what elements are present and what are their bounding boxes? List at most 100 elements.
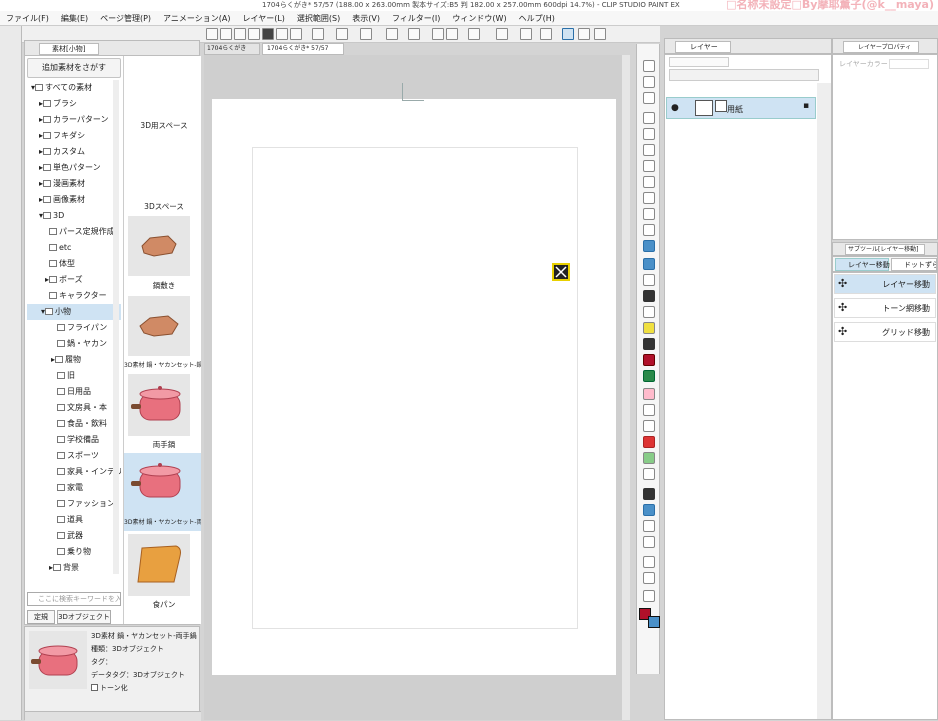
tree-item-furniture[interactable]: 家具・インテリア (27, 464, 121, 480)
layer-row-paper[interactable]: ● 用紙 ▪ (666, 97, 816, 119)
material-tab[interactable]: 素材[小物] (39, 43, 99, 55)
tree-item-food[interactable]: 食品・飲料 (27, 416, 121, 432)
tree-item-stationery[interactable]: 文房具・本 (27, 400, 121, 416)
tree-item-all[interactable]: ▾ すべての素材 (27, 80, 121, 96)
menu-layer[interactable]: レイヤー(L) (242, 11, 284, 26)
group-tab-layer-move[interactable]: レイヤー移動 (835, 258, 890, 271)
subtool-tab[interactable]: サブツール[レイヤー移動] (845, 244, 925, 255)
material-thumb-trivet[interactable] (128, 216, 190, 276)
blend-mode-select[interactable] (669, 57, 729, 67)
dropper-icon[interactable] (643, 536, 655, 548)
material-label-pot[interactable]: 両手鍋 (124, 439, 201, 450)
select-icon[interactable] (643, 92, 655, 104)
fill-green-icon[interactable] (643, 370, 655, 382)
transform-icon[interactable] (408, 28, 420, 40)
canvas-tab-2[interactable]: 1704らくがき* 57/57 (262, 43, 344, 55)
menu-page[interactable]: ページ管理(P) (100, 11, 151, 26)
decoration-icon[interactable] (643, 192, 655, 204)
move-icon[interactable] (643, 240, 655, 252)
frame-icon[interactable] (643, 388, 655, 400)
hand-icon[interactable] (643, 60, 655, 72)
tree-item-weapons[interactable]: 武器 (27, 528, 121, 544)
gradient-icon[interactable] (643, 338, 655, 350)
add-material-button[interactable]: 追加素材をさがす (27, 58, 121, 78)
perspective-icon[interactable] (540, 28, 552, 40)
spare-ruler-icon[interactable] (643, 590, 655, 602)
eraser-icon[interactable] (643, 112, 655, 124)
canvas-area[interactable] (204, 55, 630, 720)
menu-window[interactable]: ウィンドウ(W) (452, 11, 506, 26)
tree-item-vehicles[interactable]: 乗り物 (27, 544, 121, 560)
grid-icon[interactable] (520, 28, 532, 40)
deselect-icon[interactable] (432, 28, 444, 40)
correct-icon[interactable] (643, 488, 655, 500)
fill-red-icon[interactable] (643, 354, 655, 366)
snap-icon[interactable] (468, 28, 480, 40)
menu-selection[interactable]: 選択範囲(S) (297, 11, 340, 26)
ruler-icon[interactable] (643, 404, 655, 416)
tree-item-image[interactable]: ▸ 画像素材 (27, 192, 121, 208)
tree-item-tools[interactable]: 道具 (27, 512, 121, 528)
tree-item-3d[interactable]: ▾ 3D (27, 208, 121, 224)
lock-layer-icon[interactable]: ▪ (803, 101, 809, 111)
tree-item-mono-pattern[interactable]: ▸ 単色パターン (27, 160, 121, 176)
fill-tool-icon[interactable] (643, 224, 655, 236)
filter-tag-3d[interactable]: 3Dオブジェクト (57, 610, 111, 624)
layer-color-field[interactable] (889, 59, 929, 69)
menu-animation[interactable]: アニメーション(A) (163, 11, 230, 26)
lock-icon[interactable] (594, 28, 606, 40)
new-file-icon[interactable] (206, 28, 218, 40)
material-thumb-pot-3d-selected[interactable]: 3D素材 鍋・ヤカンセット-両手鍋 (124, 453, 201, 531)
brush-icon[interactable] (643, 160, 655, 172)
clear-icon[interactable] (360, 28, 372, 40)
tree-item-balloon[interactable]: ▸ フキダシ (27, 128, 121, 144)
spare-brush-icon[interactable] (643, 556, 655, 568)
menu-filter[interactable]: フィルター(I) (392, 11, 440, 26)
paste-icon[interactable] (290, 28, 302, 40)
tree-item-appliances[interactable]: 家電 (27, 480, 121, 496)
operation-icon[interactable] (643, 258, 655, 270)
redo-icon[interactable] (336, 28, 348, 40)
undo-icon[interactable] (312, 28, 324, 40)
menu-view[interactable]: 表示(V) (352, 11, 380, 26)
subtool-layer-move[interactable]: ✣ レイヤー移動 (834, 274, 936, 294)
material-label-3d-space[interactable]: 3D用スペース (124, 120, 201, 131)
tree-item-footwear[interactable]: ▸ 履物 (27, 352, 121, 368)
color-icon[interactable] (578, 28, 590, 40)
tree-item-brush[interactable]: ▸ ブラシ (27, 96, 121, 112)
material-thumb-trivet-3d[interactable] (128, 296, 190, 356)
layer-scrollbar[interactable] (817, 83, 831, 719)
tree-item-etc[interactable]: etc (27, 240, 121, 256)
balloon-icon[interactable] (643, 452, 655, 464)
line-icon[interactable] (643, 468, 655, 480)
active-move-icon[interactable] (643, 504, 655, 516)
filter-tag-ruler[interactable]: 定規 (27, 610, 55, 624)
tree-item-daily[interactable]: 日用品 (27, 384, 121, 400)
tree-item-custom[interactable]: ▸ カスタム (27, 144, 121, 160)
property-tab[interactable]: レイヤープロパティ (843, 41, 919, 53)
pencil-icon[interactable] (643, 144, 655, 156)
fill-icon[interactable] (386, 28, 398, 40)
open-icon[interactable] (220, 28, 232, 40)
tree-item-frying-pan[interactable]: フライパン (27, 320, 121, 336)
canvas-vscrollbar[interactable] (622, 55, 630, 720)
tree-item-pot-kettle[interactable]: 鍋・ヤカン (27, 336, 121, 352)
tree-item-color-pattern[interactable]: ▸ カラーパターン (27, 112, 121, 128)
eye-icon[interactable]: ● (671, 103, 679, 113)
menu-file[interactable]: ファイル(F) (6, 11, 49, 26)
pin-icon[interactable] (643, 520, 655, 532)
tree-scrollbar[interactable] (113, 80, 119, 574)
invert-icon[interactable] (446, 28, 458, 40)
delete-icon[interactable] (643, 322, 655, 334)
spare-pencil-icon[interactable] (643, 572, 655, 584)
airbrush-icon[interactable] (643, 176, 655, 188)
text-red-icon[interactable] (643, 436, 655, 448)
close-icon[interactable] (234, 28, 246, 40)
tree-item-pose[interactable]: ▸ ポーズ (27, 272, 121, 288)
tree-item-perspective[interactable]: パース定規作成 (27, 224, 121, 240)
tree-item-small-objects[interactable]: ▾ 小物 (27, 304, 121, 320)
group-tab-dot-shift[interactable]: ドットずらし (891, 258, 937, 271)
search-input[interactable]: ここに検索キーワードを入力 (27, 592, 121, 606)
canvas-paper[interactable] (212, 99, 616, 675)
layer-tab[interactable]: レイヤー (675, 41, 731, 53)
